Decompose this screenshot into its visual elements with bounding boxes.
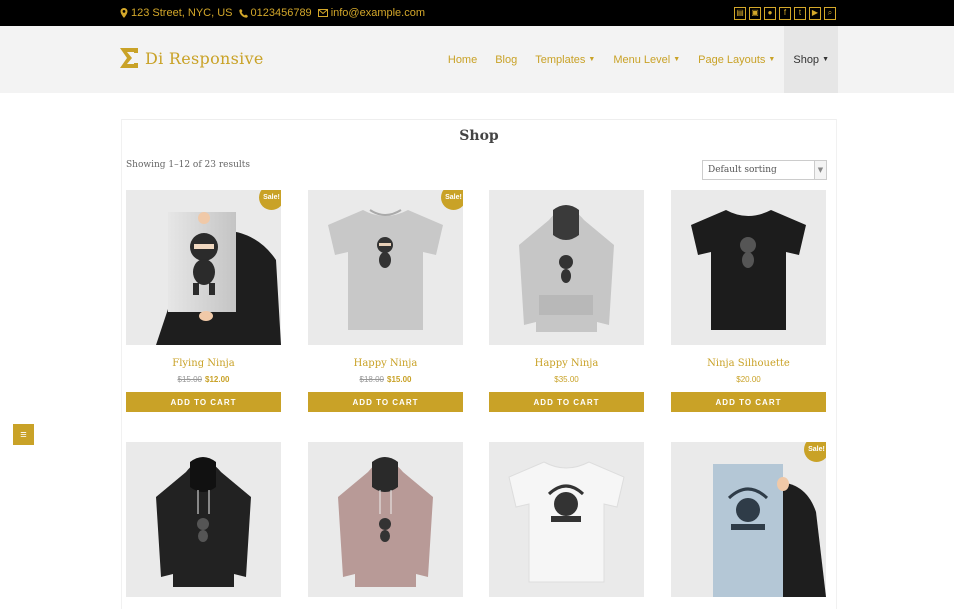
shop-content: Shop Showing 1–12 of 23 results Default … <box>121 119 837 609</box>
address-item: 123 Street, NYC, US <box>120 7 233 19</box>
product-card <box>489 442 644 597</box>
product-image[interactable] <box>126 442 281 597</box>
product-card: Sale! Happy Ninja $18.00 $15.00 ADD TO CA… <box>308 190 463 412</box>
nav-label: Home <box>447 53 478 66</box>
product-image[interactable] <box>489 190 644 345</box>
hoodie-black-ninja-image <box>156 457 251 587</box>
email-text: info@example.com <box>330 7 426 19</box>
contact-info: 123 Street, NYC, US 0123456789 info@exam… <box>120 7 425 19</box>
shop-icon[interactable]: ▤ <box>734 6 746 20</box>
sidebar-toggle-button[interactable]: ≡ <box>13 424 34 445</box>
phone-item[interactable]: 0123456789 <box>238 7 312 19</box>
search-icon[interactable]: ⌕ <box>824 6 836 20</box>
add-to-cart-button[interactable]: ADD TO CART <box>126 392 281 412</box>
add-to-cart-button[interactable]: ADD TO CART <box>671 392 826 412</box>
product-price: $18.00 $15.00 <box>308 375 463 384</box>
sale-price: $15.00 <box>387 375 412 384</box>
user-icon[interactable]: ● <box>764 6 776 20</box>
product-name[interactable]: Ninja Silhouette <box>671 358 826 369</box>
twitter-icon[interactable]: t <box>794 6 806 20</box>
phone-icon <box>238 8 248 18</box>
product-name[interactable]: Flying Ninja <box>126 358 281 369</box>
nav-label: Templates <box>535 53 586 66</box>
product-card: Sale! Flying Ninja $15.00 $12.00 ADD TO C… <box>126 190 281 412</box>
regular-price: $20.00 <box>736 375 761 384</box>
product-image[interactable]: Sale! <box>308 190 463 345</box>
hoodie-grey-ninja-image <box>519 205 614 332</box>
nav-item-shop[interactable]: Shop ▼ <box>784 26 838 93</box>
product-name[interactable]: Happy Ninja <box>489 358 644 369</box>
logo-mark-icon <box>120 48 138 68</box>
old-price: $15.00 <box>177 375 202 384</box>
nav-item-templates[interactable]: Templates ▼ <box>526 26 604 93</box>
product-card: Happy Ninja $35.00 ADD TO CART <box>489 190 644 412</box>
product-name[interactable]: Happy Ninja <box>308 358 463 369</box>
product-image[interactable]: Sale! <box>671 442 826 597</box>
nav-item-blog[interactable]: Blog <box>486 26 526 93</box>
caret-down-icon: ▼ <box>768 56 776 63</box>
nav-label: Blog <box>495 53 518 66</box>
address-text: 123 Street, NYC, US <box>131 7 233 19</box>
nav-label: Menu Level <box>613 53 671 66</box>
regular-price: $35.00 <box>554 375 579 384</box>
sale-price: $12.00 <box>205 375 230 384</box>
product-image[interactable] <box>671 190 826 345</box>
nav-item-menu-level[interactable]: Menu Level ▼ <box>604 26 689 93</box>
product-card <box>308 442 463 597</box>
caret-down-icon: ▼ <box>588 56 596 63</box>
caret-down-icon: ▼ <box>822 56 829 63</box>
hoodie-pink-ninja-image <box>338 457 433 587</box>
social-links: ▤ ▣ ● f t ▶ ⌕ <box>734 6 836 20</box>
page-title: Shop <box>459 128 499 144</box>
logo-text: Di Responsive <box>145 48 264 68</box>
nav-item-page-layouts[interactable]: Page Layouts ▼ <box>689 26 784 93</box>
product-card: Sale! <box>671 442 826 597</box>
facebook-icon[interactable]: f <box>779 6 791 20</box>
main-nav: Home Blog Templates ▼ Menu Level ▼ Page La… <box>439 26 838 93</box>
poster-ninja-image <box>156 212 281 345</box>
tshirt-white-woothemes-image <box>508 461 625 583</box>
old-price: $18.00 <box>359 375 384 384</box>
cart-icon[interactable]: ▣ <box>749 6 761 20</box>
product-image[interactable] <box>308 442 463 597</box>
tshirt-black-ninja-image <box>691 210 806 330</box>
poster-woothemes-image <box>713 464 826 597</box>
top-bar: 123 Street, NYC, US 0123456789 info@exam… <box>0 0 954 26</box>
site-header: Di Responsive Home Blog Templates ▼ Menu … <box>0 26 954 93</box>
product-price: $20.00 <box>671 375 826 384</box>
caret-down-icon: ▼ <box>673 56 681 63</box>
nav-label: Shop <box>793 53 820 66</box>
youtube-icon[interactable]: ▶ <box>809 6 821 20</box>
add-to-cart-button[interactable]: ADD TO CART <box>489 392 644 412</box>
nav-item-home[interactable]: Home <box>439 26 486 93</box>
product-image[interactable] <box>489 442 644 597</box>
product-price: $15.00 $12.00 <box>126 375 281 384</box>
product-price: $35.00 <box>489 375 644 384</box>
product-image[interactable]: Sale! <box>126 190 281 345</box>
sort-selected-value: Default sorting <box>708 165 777 175</box>
chevron-down-icon: ▼ <box>814 161 826 179</box>
phone-text: 0123456789 <box>250 7 312 19</box>
result-count: Showing 1–12 of 23 results <box>126 160 251 170</box>
sort-select[interactable]: Default sorting ▼ <box>702 160 827 180</box>
tshirt-grey-ninja-image <box>328 209 443 330</box>
site-logo[interactable]: Di Responsive <box>119 47 264 69</box>
add-to-cart-button[interactable]: ADD TO CART <box>308 392 463 412</box>
product-card <box>126 442 281 597</box>
product-card: Ninja Silhouette $20.00 ADD TO CART <box>671 190 826 412</box>
menu-icon: ≡ <box>20 428 27 441</box>
email-item[interactable]: info@example.com <box>317 7 426 19</box>
envelope-icon <box>317 9 328 17</box>
nav-label: Page Layouts <box>698 53 766 66</box>
map-marker-icon <box>120 8 128 18</box>
